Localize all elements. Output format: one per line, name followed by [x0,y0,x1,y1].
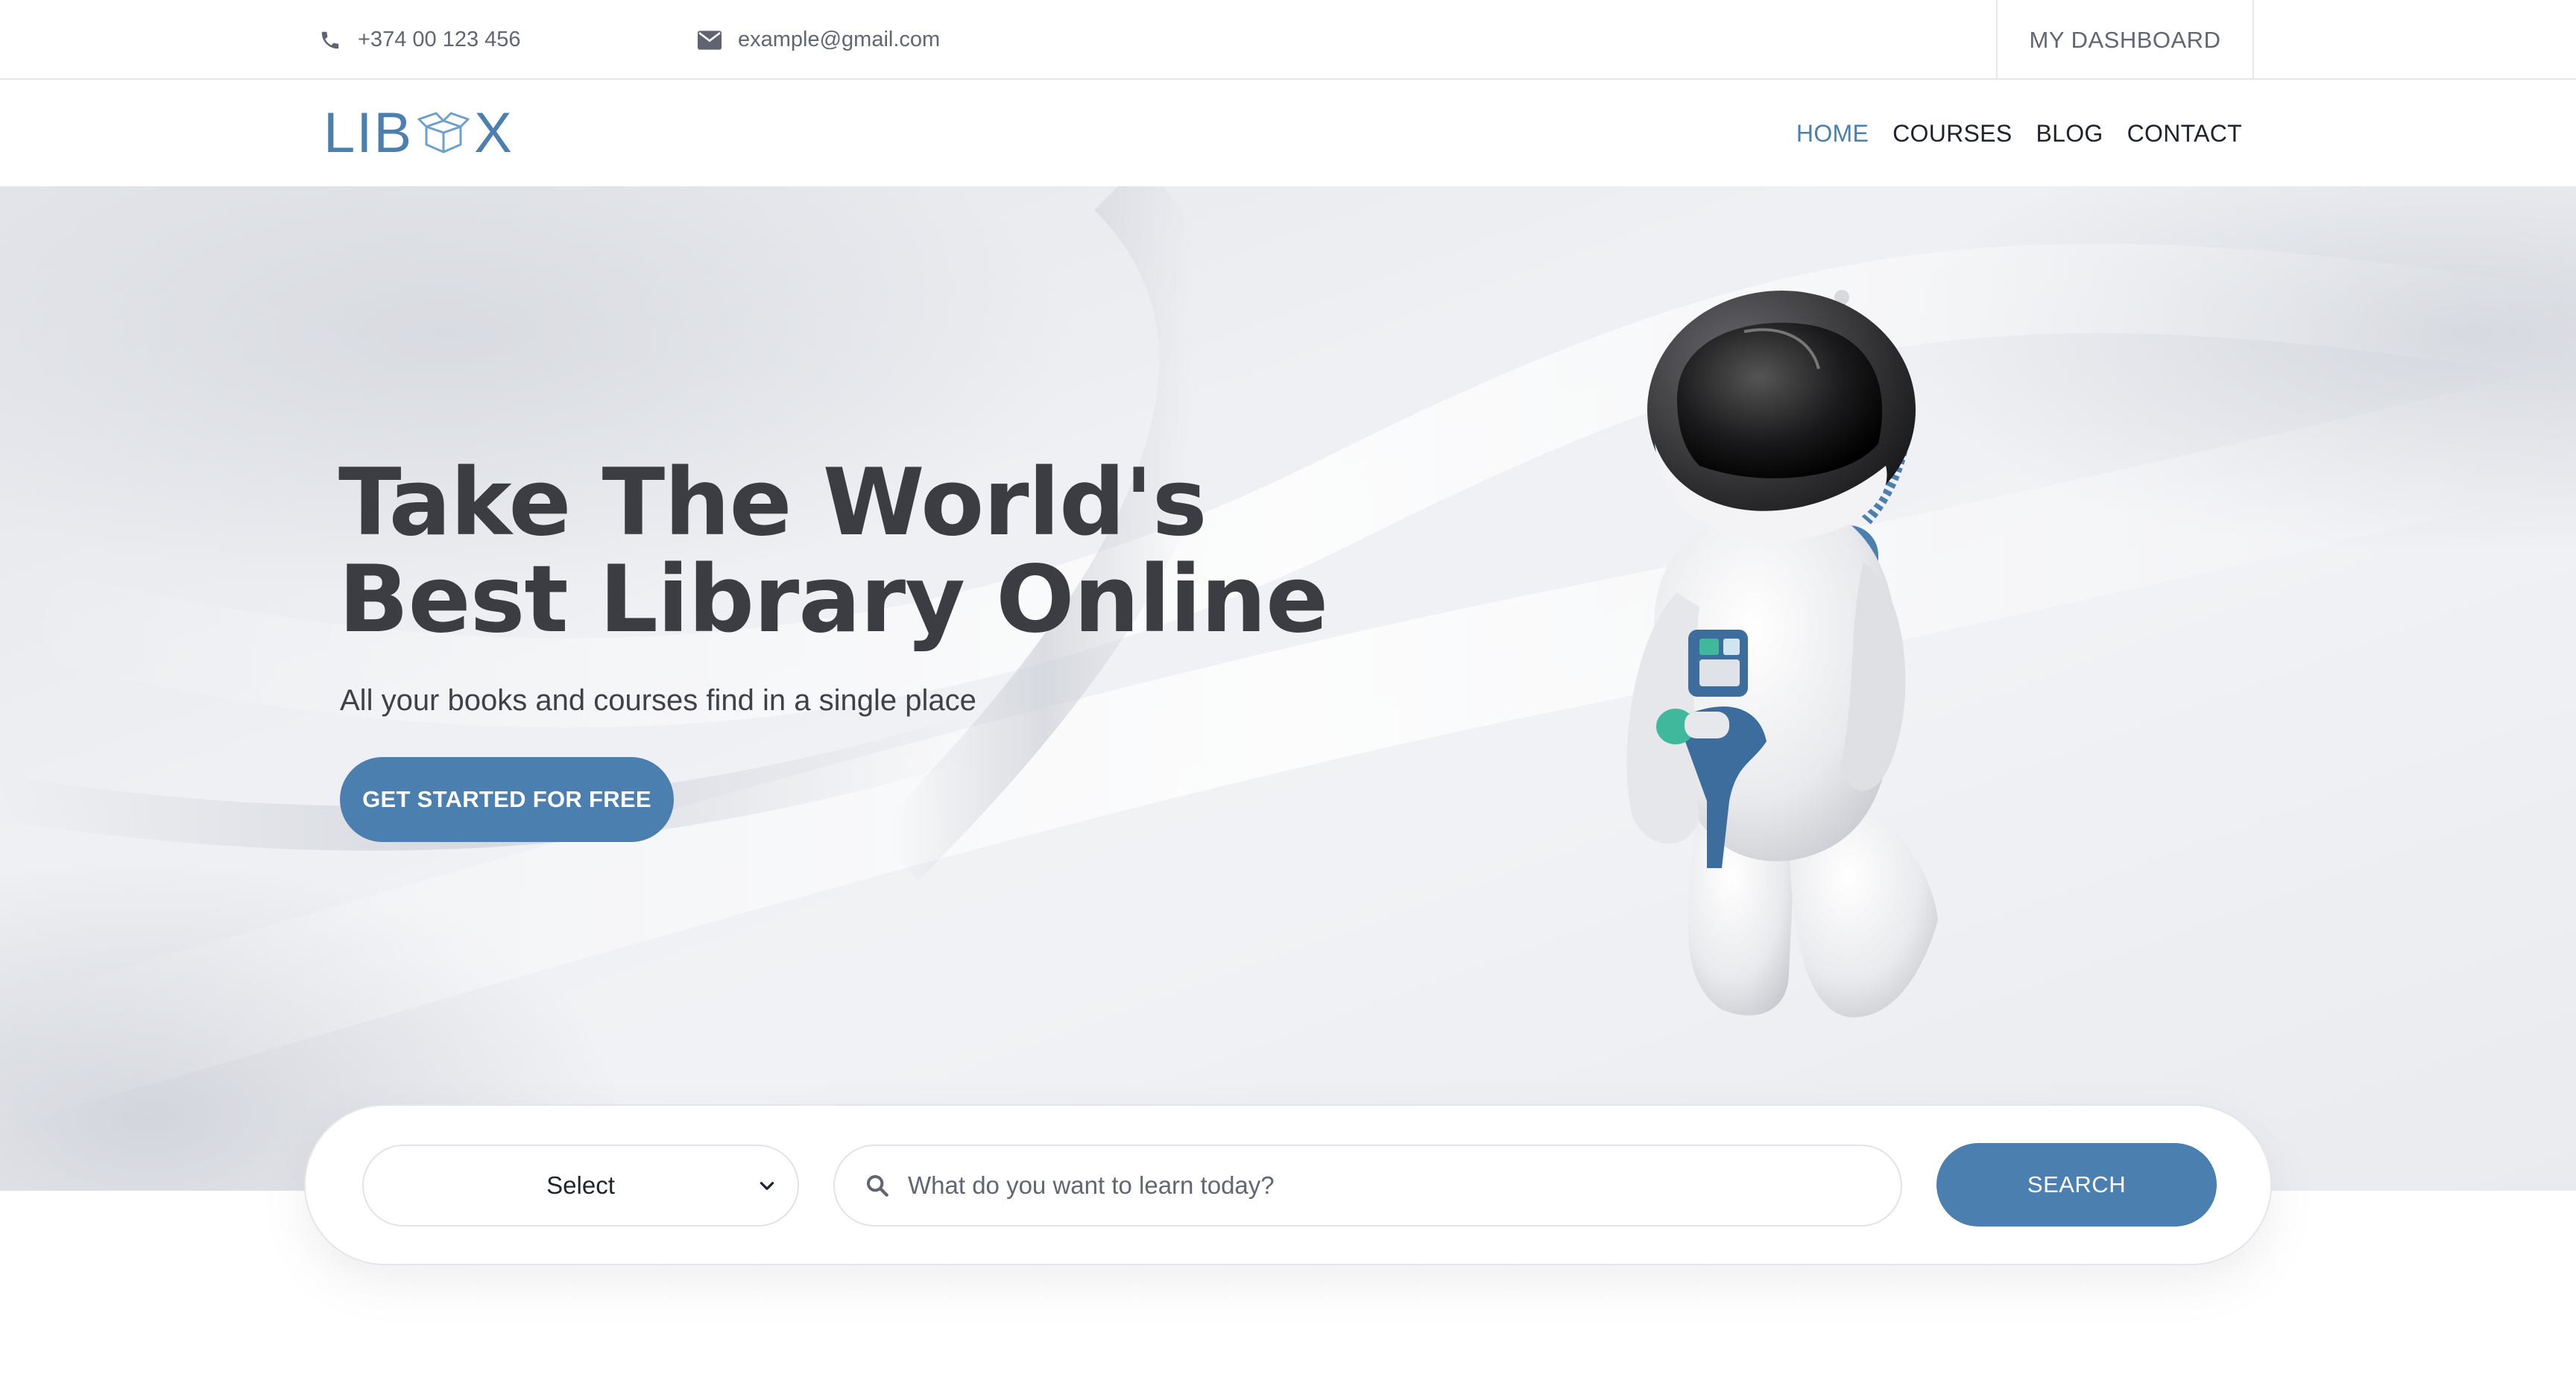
course-search-bar: Select SEARCH [304,1104,2272,1265]
phone-icon [321,31,339,48]
main-navbar: LIB X HOME COURSES BLOG CONTACT [0,80,2576,186]
search-input[interactable] [908,1171,1840,1200]
hero-title-line-2: Best Library Online [338,546,1328,653]
category-select-value: Select [546,1171,615,1199]
envelope-icon [698,30,722,50]
site-logo[interactable]: LIB X [323,101,514,165]
logo-text-right: X [474,101,514,165]
open-box-icon [417,112,470,154]
chevron-down-icon [760,1182,774,1190]
search-button[interactable]: SEARCH [1936,1143,2217,1227]
get-started-button[interactable]: GET STARTED FOR FREE [340,757,674,842]
email-contact[interactable]: example@gmail.com [698,0,940,80]
nav-item-contact[interactable]: CONTACT [2127,120,2242,148]
nav-item-courses[interactable]: COURSES [1892,120,2012,148]
my-dashboard-link[interactable]: MY DASHBOARD [1996,0,2254,80]
nav-item-blog[interactable]: BLOG [2036,120,2103,148]
category-select[interactable]: Select [362,1145,799,1227]
phone-number: +374 00 123 456 [358,28,521,51]
top-bar: +374 00 123 456 example@gmail.com MY DAS… [0,0,2576,80]
search-icon [866,1174,888,1197]
hero-section: Take The World's Best Library Online All… [0,186,2576,1191]
nav-item-home[interactable]: HOME [1796,120,1869,148]
astronaut-illustration [1626,290,1938,1018]
search-field[interactable] [833,1145,1902,1227]
hero-title-line-1: Take The World's [338,449,1208,557]
phone-contact[interactable]: +374 00 123 456 [319,0,521,80]
hero-title: Take The World's Best Library Online [338,455,1328,648]
hero-subtitle: All your books and courses find in a sin… [340,684,976,717]
primary-nav: HOME COURSES BLOG CONTACT [1796,80,2242,186]
email-address: example@gmail.com [738,28,941,51]
logo-text-left: LIB [323,101,414,165]
